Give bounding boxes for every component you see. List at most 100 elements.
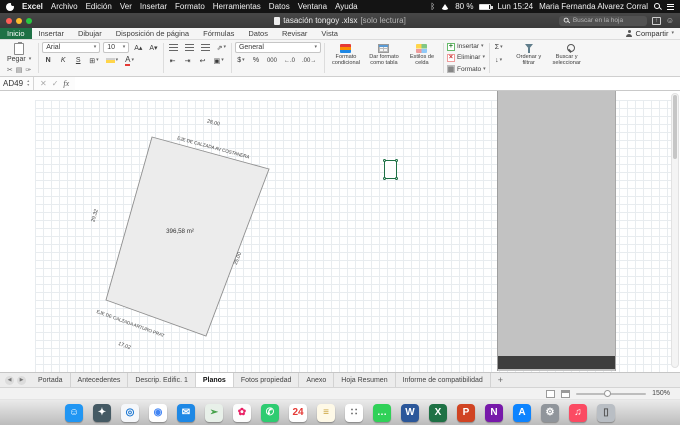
dock-reminders-icon[interactable]: ∷ bbox=[345, 404, 363, 422]
dock-facetime-icon[interactable]: ✆ bbox=[261, 404, 279, 422]
merge-center-button[interactable]: ▣▾ bbox=[212, 55, 226, 66]
currency-button[interactable]: $▾ bbox=[235, 55, 247, 66]
dock-finder-icon[interactable]: ☺ bbox=[65, 404, 83, 422]
dock-excel-icon[interactable]: X bbox=[429, 404, 447, 422]
fill-down-button[interactable]: ↓▾ bbox=[493, 55, 505, 66]
dock-messages-icon[interactable]: … bbox=[373, 404, 391, 422]
increase-font-button[interactable]: A▴ bbox=[132, 42, 144, 53]
zoom-slider[interactable] bbox=[576, 393, 646, 395]
cell-styles-button[interactable]: Estilos de celda bbox=[404, 42, 440, 74]
dock-mail-icon[interactable]: ✉ bbox=[177, 404, 195, 422]
selection-handle[interactable] bbox=[395, 177, 398, 180]
dock-launchpad-icon[interactable]: ✦ bbox=[93, 404, 111, 422]
dock-maps-icon[interactable]: ➢ bbox=[205, 404, 223, 422]
vertical-scrollbar[interactable] bbox=[671, 93, 679, 368]
dock-onenote-icon[interactable]: N bbox=[485, 404, 503, 422]
sheet-tab-informe[interactable]: Informe de compatibilidad bbox=[396, 373, 491, 387]
dock-notes-icon[interactable]: ≡ bbox=[317, 404, 335, 422]
menubar-clock[interactable]: Lun 15:24 bbox=[497, 2, 533, 11]
align-center-button[interactable] bbox=[183, 42, 196, 53]
accept-icon[interactable]: ✓ bbox=[52, 79, 59, 88]
format-cells-button[interactable]: ▦ Formato▾ bbox=[447, 65, 486, 74]
menu-ver[interactable]: Ver bbox=[120, 2, 132, 11]
cut-icon[interactable]: ✂ bbox=[7, 66, 13, 74]
dock-word-icon[interactable]: W bbox=[401, 404, 419, 422]
sheet-search-input[interactable]: Buscar en la hoja bbox=[559, 16, 647, 26]
menu-edicion[interactable]: Edición bbox=[86, 2, 112, 11]
minimize-window-button[interactable] bbox=[16, 18, 22, 24]
vertical-scroll-thumb[interactable] bbox=[673, 95, 677, 159]
sheet-tab-portada[interactable]: Portada bbox=[31, 373, 71, 387]
fx-icon[interactable]: fx bbox=[63, 79, 69, 88]
sheet-tab-antecedentes[interactable]: Antecedentes bbox=[71, 373, 129, 387]
align-left-button[interactable] bbox=[167, 42, 180, 53]
apple-icon[interactable] bbox=[6, 3, 14, 11]
sheet-tab-descrip-edific[interactable]: Descrip. Edific. 1 bbox=[128, 373, 196, 387]
sheet-tab-hoja-resumen[interactable]: Hoja Resumen bbox=[334, 373, 395, 387]
paste-button[interactable]: Pegar▾ bbox=[3, 42, 35, 64]
dock-appstore-icon[interactable]: A bbox=[513, 404, 531, 422]
menu-ayuda[interactable]: Ayuda bbox=[335, 2, 358, 11]
selection-handle[interactable] bbox=[395, 159, 398, 162]
format-as-table-button[interactable]: Dar formato como tabla bbox=[366, 42, 402, 74]
add-sheet-button[interactable]: + bbox=[491, 373, 510, 387]
feedback-smiley-icon[interactable]: ☺ bbox=[666, 17, 674, 25]
tab-datos[interactable]: Datos bbox=[241, 28, 275, 39]
menu-datos[interactable]: Datos bbox=[269, 2, 290, 11]
font-color-button[interactable]: A▾ bbox=[123, 55, 136, 66]
delete-cells-button[interactable]: × Eliminar▾ bbox=[447, 53, 486, 62]
tab-scroll-right-button[interactable]: ▶ bbox=[17, 376, 26, 385]
formula-input[interactable] bbox=[75, 77, 680, 90]
selected-object[interactable] bbox=[384, 160, 397, 179]
font-size-select[interactable]: 10▾ bbox=[103, 42, 129, 53]
menu-ventana[interactable]: Ventana bbox=[298, 2, 327, 11]
increase-decimal-button[interactable]: ←.0 bbox=[282, 55, 297, 66]
italic-button[interactable]: K bbox=[57, 55, 69, 66]
conditional-format-button[interactable]: Formato condicional bbox=[328, 42, 364, 74]
dock-photos-icon[interactable]: ✿ bbox=[233, 404, 251, 422]
dock-calendar-icon[interactable]: 24 bbox=[289, 404, 307, 422]
decrease-indent-button[interactable]: ⇤ bbox=[167, 55, 179, 66]
dock-safari-icon[interactable]: ◎ bbox=[121, 404, 139, 422]
tab-disposicion[interactable]: Disposición de página bbox=[109, 28, 196, 39]
insert-cells-button[interactable]: + Insertar▾ bbox=[447, 42, 486, 51]
page-layout-view-icon[interactable] bbox=[561, 390, 570, 398]
decrease-font-button[interactable]: A▾ bbox=[147, 42, 159, 53]
font-name-select[interactable]: Arial▾ bbox=[42, 42, 100, 53]
share-button[interactable]: Compartir ▾ bbox=[626, 28, 680, 39]
borders-button[interactable]: ⊞▾ bbox=[87, 55, 100, 66]
sort-filter-button[interactable]: Ordenar y filtrar bbox=[511, 42, 547, 74]
increase-indent-button[interactable]: ⇥ bbox=[182, 55, 194, 66]
menu-herramientas[interactable]: Herramientas bbox=[213, 2, 261, 11]
menu-formato[interactable]: Formato bbox=[175, 2, 205, 11]
cancel-icon[interactable]: ✕ bbox=[40, 79, 47, 88]
menu-excel[interactable]: Excel bbox=[22, 2, 43, 11]
battery-icon[interactable] bbox=[479, 4, 491, 10]
underline-button[interactable]: S bbox=[72, 55, 84, 66]
selection-handle[interactable] bbox=[383, 159, 386, 162]
bold-button[interactable]: N bbox=[42, 55, 54, 66]
name-box[interactable]: AD49 ▲▼ bbox=[0, 77, 34, 90]
thousands-button[interactable]: 000 bbox=[265, 55, 279, 66]
sheet-tab-planos[interactable]: Planos bbox=[196, 373, 234, 387]
dock-music-icon[interactable]: ♫ bbox=[569, 404, 587, 422]
tab-inicio[interactable]: Inicio bbox=[0, 28, 32, 39]
tab-revisar[interactable]: Revisar bbox=[275, 28, 314, 39]
percent-button[interactable]: % bbox=[250, 55, 262, 66]
menu-insertar[interactable]: Insertar bbox=[140, 2, 167, 11]
copy-icon[interactable]: ▤ bbox=[16, 66, 23, 74]
find-select-button[interactable]: Buscar y seleccionar bbox=[549, 42, 585, 74]
wifi-icon[interactable] bbox=[441, 4, 449, 10]
autosum-button[interactable]: Σ▾ bbox=[493, 42, 505, 53]
zoom-slider-thumb[interactable] bbox=[604, 390, 611, 397]
tab-insertar[interactable]: Insertar bbox=[32, 28, 71, 39]
close-window-button[interactable] bbox=[6, 18, 12, 24]
name-box-stepper[interactable]: ▲▼ bbox=[27, 80, 30, 88]
tab-formulas[interactable]: Fórmulas bbox=[196, 28, 241, 39]
decrease-decimal-button[interactable]: .00→ bbox=[300, 55, 318, 66]
zoom-level[interactable]: 150% bbox=[652, 390, 670, 397]
dock-trash-icon[interactable]: ▯ bbox=[597, 404, 615, 422]
tab-scroll-left-button[interactable]: ◀ bbox=[5, 376, 14, 385]
number-format-select[interactable]: General▾ bbox=[235, 42, 321, 53]
bluetooth-icon[interactable]: ᛒ bbox=[430, 3, 435, 11]
